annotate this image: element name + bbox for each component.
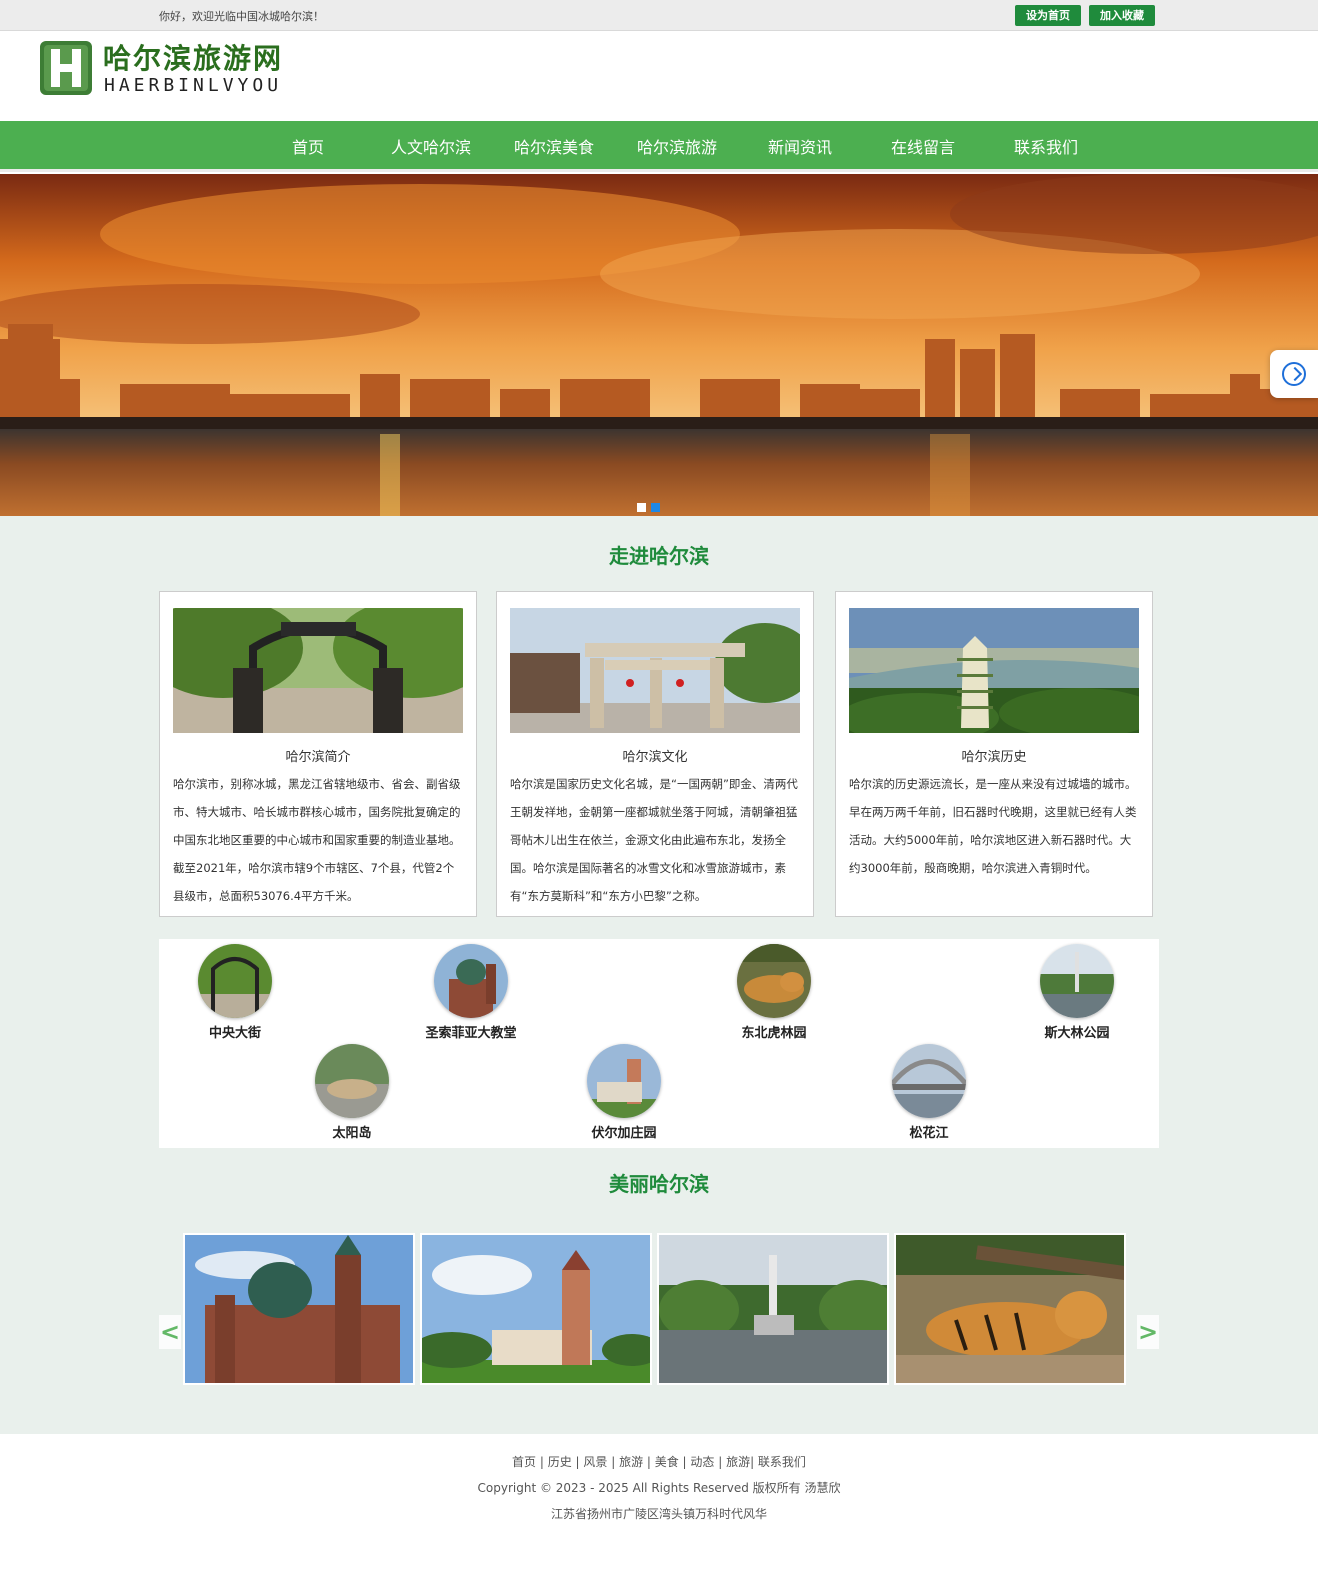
footer-links[interactable]: 首页 | 历史 | 风景 | 旅游 | 美食 | 动态 | 旅游| 联系我们: [0, 1453, 1318, 1470]
banner-dots: [637, 497, 665, 516]
nav-item-contact[interactable]: 联系我们: [991, 121, 1101, 169]
gallery-image-cathedral[interactable]: [183, 1233, 415, 1385]
attraction-thumbnail[interactable]: [587, 1044, 661, 1118]
carousel-next-button[interactable]: >: [1137, 1315, 1159, 1349]
intro-section-title: 走进哈尔滨: [609, 544, 709, 568]
floating-tool-button[interactable]: [1270, 350, 1318, 398]
card-text: 哈尔滨的历史源远流长，是一座从来没有过城墙的城市。早在两万两千年前，旧石器时代晚…: [849, 777, 1137, 875]
attraction-thumbnail[interactable]: [434, 944, 508, 1018]
attraction-name: 斯大林公园: [1044, 1026, 1110, 1041]
gallery-image-tiger[interactable]: [894, 1233, 1126, 1385]
banner-dot-2[interactable]: [651, 503, 660, 512]
attraction-thumbnail[interactable]: [892, 1044, 966, 1118]
gallery-section-title: 美丽哈尔滨: [609, 1172, 709, 1196]
pagoda-image[interactable]: [849, 608, 1139, 733]
refresh-icon: [1282, 362, 1306, 386]
attraction-thumbnail[interactable]: [737, 944, 811, 1018]
nav-item-food[interactable]: 哈尔滨美食: [499, 121, 609, 169]
card-text: 哈尔滨市，别称冰城，黑龙江省辖地级市、省会、副省级市、特大城市、哈长城市群核心城…: [173, 777, 461, 903]
add-favorite-button[interactable]: 加入收藏: [1089, 5, 1155, 26]
welcome-text: 你好，欢迎光临中国冰城哈尔滨！: [159, 10, 324, 23]
attraction-name: 东北虎林园: [741, 1026, 807, 1041]
intro-card[interactable]: 哈尔滨简介 哈尔滨市，别称冰城，黑龙江省辖地级市、省会、副省级市、特大城市、哈长…: [159, 591, 477, 917]
attraction-name: 松花江: [909, 1126, 949, 1141]
nav-item-travel[interactable]: 哈尔滨旅游: [622, 121, 732, 169]
attraction-item[interactable]: 中央大街: [155, 944, 315, 1041]
footer-address: 江苏省扬州市广陵区湾头镇万科时代风华: [550, 1507, 767, 1521]
set-home-button[interactable]: 设为首页: [1015, 5, 1081, 26]
logo-icon[interactable]: [40, 41, 92, 95]
attraction-item[interactable]: 太阳岛: [272, 1044, 432, 1141]
attraction-name: 圣索菲亚大教堂: [425, 1026, 517, 1041]
header: 哈尔滨旅游网 HAERBINLVYOU: [0, 31, 1318, 121]
intro-card[interactable]: 哈尔滨文化 哈尔滨是国家历史文化名城，是“一国两朝”即金、清两代王朝发祥地，金朝…: [496, 591, 814, 917]
attraction-item[interactable]: 东北虎林园: [694, 944, 854, 1041]
banner-skyline-image: [0, 174, 1318, 516]
nav-item-message[interactable]: 在线留言: [868, 121, 978, 169]
attraction-thumbnail[interactable]: [1040, 944, 1114, 1018]
hero-banner[interactable]: [0, 174, 1318, 516]
top-bar: 你好，欢迎光临中国冰城哈尔滨！ 设为首页 加入收藏: [0, 0, 1318, 31]
attraction-name: 伏尔加庄园: [591, 1126, 657, 1141]
archway-image[interactable]: [510, 608, 800, 733]
gallery-image-manor[interactable]: [420, 1233, 652, 1385]
attraction-item[interactable]: 松花江: [849, 1044, 1009, 1141]
nav-item-news[interactable]: 新闻资讯: [745, 121, 855, 169]
logo-title: 哈尔滨旅游网: [103, 42, 284, 75]
gallery-image-park[interactable]: [657, 1233, 889, 1385]
attraction-item[interactable]: 圣索菲亚大教堂: [391, 944, 551, 1041]
logo-subtitle: HAERBINLVYOU: [104, 75, 283, 96]
attraction-name: 太阳岛: [332, 1126, 372, 1141]
card-title: 哈尔滨历史: [961, 750, 1027, 765]
footer-copyright: Copyright © 2023 - 2025 All Rights Reser…: [477, 1481, 841, 1495]
photo-carousel: < >: [159, 1233, 1159, 1385]
attraction-name: 中央大街: [208, 1026, 261, 1041]
intro-card[interactable]: 哈尔滨历史 哈尔滨的历史源远流长，是一座从来没有过城墙的城市。早在两万两千年前，…: [835, 591, 1153, 917]
attraction-item[interactable]: 伏尔加庄园: [544, 1044, 704, 1141]
attraction-thumbnail[interactable]: [315, 1044, 389, 1118]
nav-item-culture[interactable]: 人文哈尔滨: [376, 121, 486, 169]
card-title: 哈尔滨文化: [622, 750, 688, 765]
attractions-panel: 中央大街 圣索菲亚大教堂 东北虎林园 斯大林公园 太阳岛 伏尔加庄园 松花江: [159, 939, 1159, 1148]
card-title: 哈尔滨简介: [285, 750, 351, 765]
nav-item-home[interactable]: 首页: [253, 121, 363, 169]
main-nav: 首页 人文哈尔滨 哈尔滨美食 哈尔滨旅游 新闻资讯 在线留言 联系我们: [0, 121, 1318, 172]
central-street-image[interactable]: [173, 608, 463, 733]
carousel-prev-button[interactable]: <: [159, 1315, 181, 1349]
attraction-thumbnail[interactable]: [198, 944, 272, 1018]
card-text: 哈尔滨是国家历史文化名城，是“一国两朝”即金、清两代王朝发祥地，金朝第一座都城就…: [510, 777, 798, 903]
banner-dot-1[interactable]: [637, 503, 646, 512]
footer: 首页 | 历史 | 风景 | 旅游 | 美食 | 动态 | 旅游| 联系我们 C…: [0, 1434, 1318, 1579]
main-content: 走进哈尔滨 哈尔滨简介 哈尔滨市，别称冰城，黑龙江省辖地级市、省会、副省级市、特…: [0, 516, 1318, 1434]
attraction-item[interactable]: 斯大林公园: [997, 944, 1157, 1041]
